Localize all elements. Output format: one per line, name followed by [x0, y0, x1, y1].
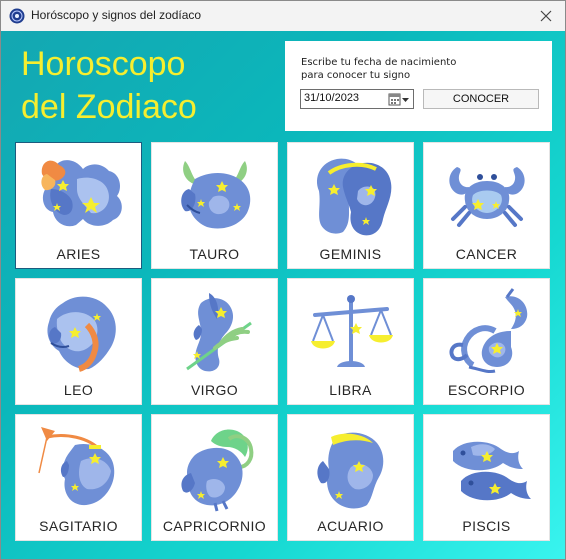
- title-bar: Horóscopo y signos del zodíaco: [1, 1, 565, 31]
- sign-card-taurus[interactable]: TAURO: [151, 142, 278, 269]
- sign-label-scorpio: ESCORPIO: [447, 382, 526, 398]
- sign-card-cancer[interactable]: CANCER: [423, 142, 550, 269]
- birthdate-picker[interactable]: 31/10/2023: [300, 89, 414, 109]
- taurus-icon: [181, 161, 251, 229]
- sign-label-leo: LEO: [63, 382, 94, 398]
- page-title-line-1: Horoscopo: [21, 45, 186, 83]
- sign-label-taurus: TAURO: [189, 246, 240, 262]
- cancer-icon: [449, 167, 525, 227]
- close-icon[interactable]: [535, 5, 557, 27]
- instructions-line-2: para conocer tu signo: [301, 70, 411, 81]
- sign-label-capricorn: CAPRICORNIO: [162, 518, 267, 534]
- sign-card-libra[interactable]: LIBRA: [287, 278, 414, 405]
- birthdate-panel: Escribe tu fecha de nacimiento para cono…: [285, 41, 552, 131]
- conocer-button[interactable]: CONOCER: [423, 89, 539, 109]
- instructions-line-1: Escribe tu fecha de nacimiento: [301, 57, 457, 68]
- sign-card-sagittarius[interactable]: SAGITARIO: [15, 414, 142, 541]
- zodiac-app-icon: [9, 8, 25, 24]
- sign-label-aquarius: ACUARIO: [317, 518, 384, 534]
- window-title: Horóscopo y signos del zodíaco: [31, 8, 202, 22]
- birthdate-value: 31/10/2023: [304, 92, 360, 104]
- sign-label-aries: ARIES: [56, 246, 101, 262]
- sagittarius-icon: [38, 427, 115, 506]
- sign-card-aries[interactable]: ARIES: [15, 142, 142, 269]
- pisces-icon: [453, 441, 531, 501]
- sign-label-libra: LIBRA: [329, 382, 372, 398]
- virgo-icon: [186, 293, 252, 372]
- sign-label-cancer: CANCER: [455, 246, 518, 262]
- app-window: Horóscopo y signos del zodíaco Horoscopo…: [0, 0, 566, 560]
- aquarius-icon: [317, 432, 384, 509]
- sign-card-gemini[interactable]: GEMINIS: [287, 142, 414, 269]
- calendar-dropdown-icon[interactable]: [388, 93, 410, 106]
- sign-label-gemini: GEMINIS: [319, 246, 382, 262]
- capricorn-icon: [181, 429, 254, 512]
- leo-icon: [47, 296, 116, 372]
- aries-icon: [41, 160, 122, 227]
- main-content: Horoscopo del Zodiaco Escribe tu fecha d…: [1, 31, 565, 559]
- sign-label-virgo: VIRGO: [190, 382, 239, 398]
- sign-card-virgo[interactable]: VIRGO: [151, 278, 278, 405]
- page-title: Horoscopo del Zodiaco: [21, 43, 271, 129]
- page-title-line-2: del Zodiaco: [21, 88, 197, 126]
- sign-label-pisces: PISCIS: [462, 518, 511, 534]
- sign-label-sagittarius: SAGITARIO: [39, 518, 118, 534]
- sign-card-aquarius[interactable]: ACUARIO: [287, 414, 414, 541]
- sign-card-capricorn[interactable]: CAPRICORNIO: [151, 414, 278, 541]
- libra-icon: [311, 295, 393, 367]
- sign-card-pisces[interactable]: PISCIS: [423, 414, 550, 541]
- scorpio-icon: [449, 288, 528, 373]
- gemini-icon: [317, 158, 392, 236]
- sign-card-leo[interactable]: LEO: [15, 278, 142, 405]
- instructions-text: Escribe tu fecha de nacimiento para cono…: [301, 56, 456, 82]
- sign-card-scorpio[interactable]: ESCORPIO: [423, 278, 550, 405]
